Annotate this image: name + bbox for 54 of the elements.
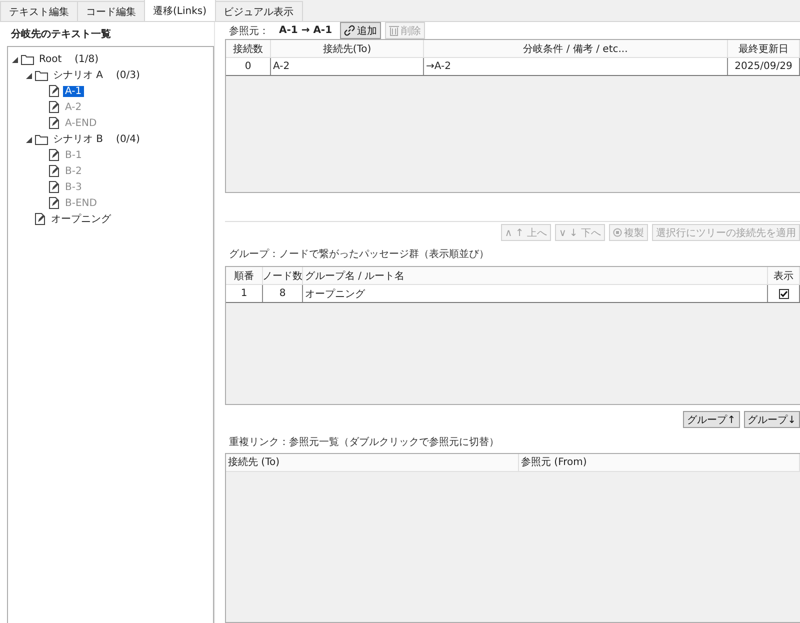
column-header[interactable]: 表示 — [768, 267, 800, 284]
tree-item[interactable]: A-1 — [63, 86, 84, 96]
column-header[interactable]: ノード数 — [263, 267, 303, 284]
column-header[interactable]: 接続先(To) — [271, 40, 424, 57]
table-cell: A-2 — [271, 58, 424, 75]
document-edit-icon — [49, 149, 60, 161]
column-header[interactable]: 順番 — [226, 267, 263, 284]
duplicates-caption: 重複リンク：参照元一覧（ダブルクリックで参照元に切替） — [229, 436, 500, 450]
source-value: A-1 → A-1 — [279, 25, 332, 36]
column-header[interactable]: 分岐条件 / 備考 / etc... — [424, 40, 728, 57]
tab[interactable]: ビジュアル表示 — [214, 1, 302, 21]
folder-icon — [35, 70, 48, 80]
column-header[interactable]: 最終更新日 — [728, 40, 800, 57]
table-cell: オープニング — [303, 285, 768, 302]
document-edit-icon — [49, 85, 60, 97]
document-edit-icon — [49, 181, 60, 193]
column-header[interactable]: 参照元 (From) — [519, 454, 800, 471]
table-cell: →A-2 — [424, 58, 728, 75]
groups-caption: グループ：ノードで繋がったパッセージ群（表示順並び） — [229, 248, 490, 262]
column-header[interactable]: 接続数 — [226, 40, 271, 57]
document-edit-icon — [49, 101, 60, 113]
table-cell: 1 — [226, 285, 263, 302]
group-move-button[interactable]: グループ↓ — [744, 411, 800, 428]
column-header[interactable]: 接続先 (To) — [226, 454, 519, 471]
copy-icon — [613, 228, 622, 238]
toolbar-button[interactable]: 追加 — [340, 22, 382, 39]
group-move-button[interactable]: グループ↑ — [683, 411, 740, 428]
item-count: (0/3) — [116, 70, 140, 80]
tree-item[interactable]: シナリオ A — [51, 68, 106, 82]
document-edit-icon — [35, 213, 46, 225]
expand-arrow-icon[interactable] — [12, 56, 18, 62]
item-count: (0/4) — [116, 134, 140, 144]
tree-item[interactable]: シナリオ B — [51, 132, 106, 146]
expand-arrow-icon[interactable] — [26, 72, 32, 78]
link-icon — [344, 25, 356, 36]
tree-item[interactable]: Root — [37, 54, 64, 64]
tree-item[interactable]: オープニング — [49, 212, 113, 226]
checkbox[interactable] — [778, 288, 788, 299]
table-cell: 0 — [226, 58, 271, 75]
trash-icon — [389, 25, 400, 36]
document-edit-icon — [49, 197, 60, 209]
table-cell: 2025/09/29 — [728, 58, 800, 75]
tab[interactable]: テキスト編集 — [0, 1, 78, 21]
source-label: 参照元： — [229, 24, 269, 38]
tab[interactable]: 遷移(Links) — [144, 0, 216, 21]
item-count: (1/8) — [74, 54, 99, 64]
folder-icon — [21, 54, 34, 64]
expand-arrow-icon[interactable] — [26, 136, 32, 142]
panel-title: 分岐先のテキスト一覧 — [10, 28, 112, 42]
column-header[interactable]: グループ名 / ルート名 — [303, 267, 768, 284]
folder-icon — [35, 134, 48, 144]
document-edit-icon — [49, 165, 60, 177]
table-cell: 8 — [263, 285, 303, 302]
document-edit-icon — [49, 117, 60, 129]
